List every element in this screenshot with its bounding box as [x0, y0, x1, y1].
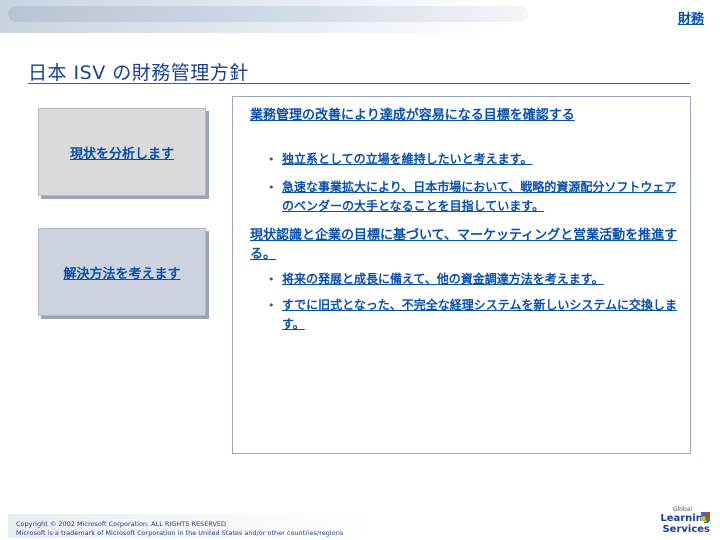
- strategy-heading[interactable]: 現状認識と企業の目標に基づいて、マーケッティングと営業活動を推進する。: [250, 226, 680, 264]
- logo-global: Global: [672, 506, 692, 513]
- bullet-text[interactable]: 将来の発展と成長に備えて、他の資金調達方法を考えます。: [282, 270, 604, 289]
- title-divider: [28, 83, 690, 84]
- bullet-text[interactable]: 独立系としての立場を維持したいと考えます。: [282, 150, 532, 169]
- bullet-icon: •: [268, 181, 275, 194]
- bullet-icon: •: [268, 299, 275, 312]
- top-banner: [0, 0, 720, 33]
- bullet-item: • すでに旧式となった、不完全な経理システムを新しいシステムに交換します。: [268, 296, 684, 334]
- bullet-item: • 将来の発展と成長に備えて、他の資金調達方法を考えます。: [268, 270, 684, 289]
- analyze-box[interactable]: 現状を分析します: [38, 108, 206, 196]
- logo-mark-icon: [701, 512, 710, 521]
- banner-pill: [8, 6, 528, 22]
- copyright-line: Copyright © 2002 Microsoft Corporation. …: [16, 520, 227, 528]
- bullet-icon: •: [268, 153, 275, 166]
- logo-services: Services: [662, 524, 710, 535]
- analyze-label[interactable]: 現状を分析します: [70, 143, 174, 162]
- bullet-icon: •: [268, 273, 275, 286]
- slide-title: 日本 ISV の財務管理方針: [28, 62, 249, 84]
- solve-label[interactable]: 解決方法を考えます: [63, 263, 180, 282]
- gls-logo: Global Learning Services: [646, 506, 710, 538]
- goal-heading[interactable]: 業務管理の改善により達成が容易になる目標を確認する: [250, 106, 680, 125]
- section-link[interactable]: 財務: [678, 8, 704, 27]
- bullet-text[interactable]: 急速な事業拡大により、日本市場において、戦略的資源配分ソフトウェアのベンダーの大…: [282, 178, 684, 216]
- bullet-text[interactable]: すでに旧式となった、不完全な経理システムを新しいシステムに交換します。: [282, 296, 684, 334]
- bullet-item: • 独立系としての立場を維持したいと考えます。: [268, 150, 684, 169]
- trademark-line: Microsoft is a trademark of Microsoft Co…: [16, 529, 344, 537]
- bullet-item: • 急速な事業拡大により、日本市場において、戦略的資源配分ソフトウェアのベンダー…: [268, 178, 684, 216]
- copyright-footer: Copyright © 2002 Microsoft Corporation. …: [16, 520, 343, 538]
- solve-box[interactable]: 解決方法を考えます: [38, 228, 206, 316]
